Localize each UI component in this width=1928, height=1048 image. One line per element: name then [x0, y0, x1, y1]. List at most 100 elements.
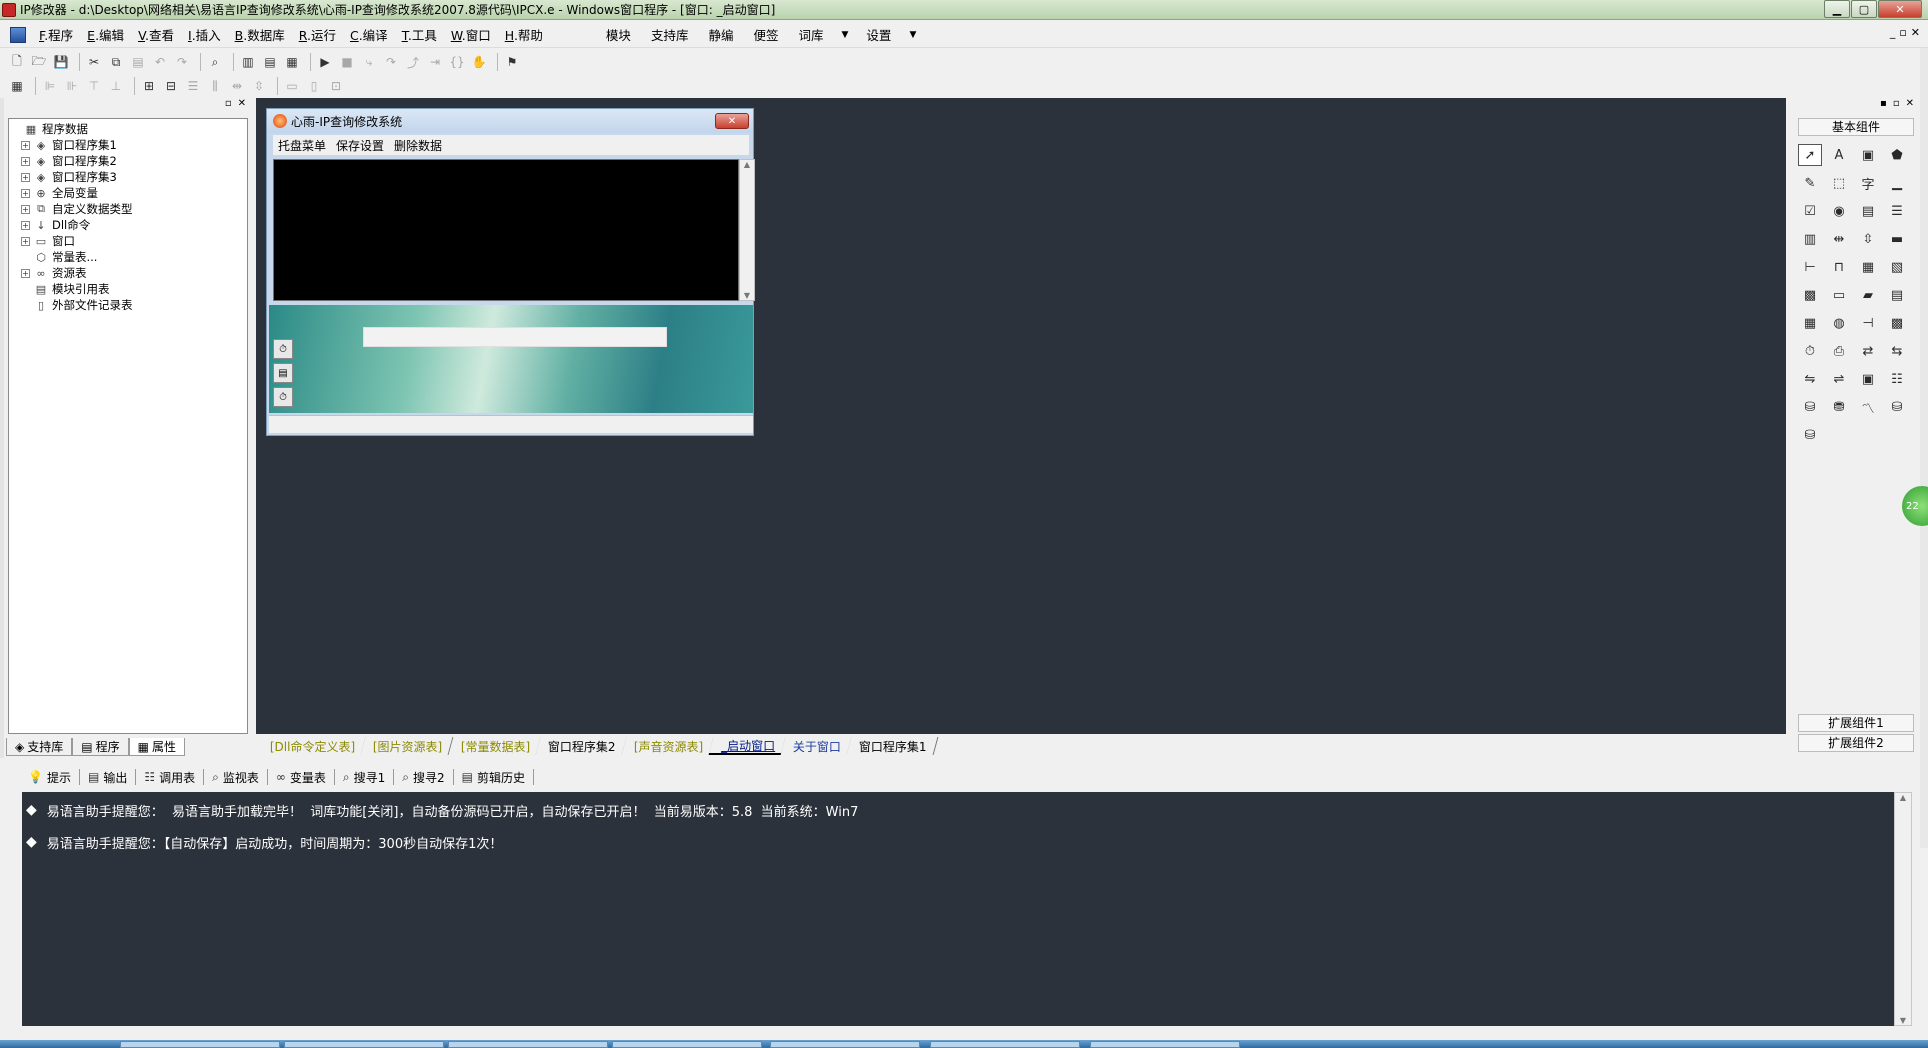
- output-scrollbar[interactable]: ▲ ▼: [1894, 792, 1912, 1026]
- list-icon[interactable]: ▤: [273, 363, 293, 383]
- basic-components-header[interactable]: 基本组件: [1798, 118, 1914, 136]
- tree-item[interactable]: + ◈ 窗口程序集2: [11, 153, 247, 169]
- helper-icon[interactable]: ⚑: [503, 53, 521, 71]
- panel-pin-icon[interactable]: ▪: [1880, 98, 1887, 112]
- new-file-icon[interactable]: 🗋: [8, 53, 26, 71]
- editor-tab[interactable]: _启动窗口: [708, 737, 787, 755]
- scroll-down-icon[interactable]: ▼: [744, 291, 750, 300]
- run-icon[interactable]: ▶: [316, 53, 334, 71]
- menu-item-4[interactable]: B.数据库: [228, 25, 292, 44]
- db-provider-icon[interactable]: ⛃: [1827, 396, 1851, 418]
- step-over-icon[interactable]: ↷: [382, 53, 400, 71]
- hscroll-icon[interactable]: ⇹: [1827, 228, 1851, 250]
- calendar-icon[interactable]: ▧: [1885, 256, 1909, 278]
- menu-extra-4[interactable]: 词库: [788, 25, 833, 44]
- cut-icon[interactable]: ✂: [85, 53, 103, 71]
- grid-icon[interactable]: ▩: [1798, 284, 1822, 306]
- server-icon[interactable]: ⇆: [1885, 340, 1909, 362]
- form-menu-tray[interactable]: 托盘菜单: [273, 137, 331, 154]
- combobox-icon[interactable]: ▤: [1856, 200, 1880, 222]
- tree-item[interactable]: ▦ 程序数据: [11, 121, 247, 137]
- output-tab[interactable]: ▤ 输出: [80, 769, 137, 785]
- run-to-cursor-icon[interactable]: ⇥: [426, 53, 444, 71]
- progress-icon[interactable]: ▬: [1885, 228, 1909, 250]
- data-grid-icon[interactable]: ▩: [1885, 312, 1909, 334]
- tree-item[interactable]: + ▭ 窗口: [11, 233, 247, 249]
- window-frame-icon[interactable]: ▣: [1856, 368, 1880, 390]
- app-menu-icon[interactable]: [10, 26, 26, 43]
- form-menu-save[interactable]: 保存设置: [331, 137, 389, 154]
- tree-item[interactable]: + ◈ 窗口程序集1: [11, 137, 247, 153]
- breakpoint-icon[interactable]: {}: [448, 53, 466, 71]
- panel-close-icon[interactable]: ✕: [238, 98, 246, 112]
- same-width-icon[interactable]: ⇹: [228, 77, 246, 95]
- menu-extra-2[interactable]: 静编: [698, 25, 743, 44]
- menu-extra-0[interactable]: 模块: [596, 25, 641, 44]
- form-edit-box[interactable]: [273, 159, 739, 301]
- expand-icon[interactable]: +: [21, 172, 30, 182]
- expand-icon[interactable]: +: [21, 204, 30, 214]
- drawing-board-icon[interactable]: ✎: [1798, 172, 1822, 194]
- tree-item[interactable]: + ⧉ 自定义数据类型: [11, 201, 247, 217]
- menu-item-8[interactable]: W.窗口: [444, 25, 498, 44]
- redo-icon[interactable]: ↷: [173, 53, 191, 71]
- editor-tab[interactable]: 窗口程序集2: [535, 737, 628, 755]
- timer-icon[interactable]: ⏱: [273, 339, 293, 359]
- port-icon[interactable]: ⇌: [1827, 368, 1851, 390]
- editor-tab[interactable]: 窗口程序集1: [846, 737, 939, 755]
- center-v-icon[interactable]: ⊟: [162, 77, 180, 95]
- editor-tab[interactable]: [常量数据表]: [448, 737, 542, 755]
- listbox-icon[interactable]: ☰: [1885, 200, 1909, 222]
- output-tab[interactable]: ☷ 调用表: [136, 769, 205, 785]
- mdi-close-button[interactable]: ✕: [1911, 26, 1920, 39]
- mdi-minimize-button[interactable]: _: [1890, 26, 1896, 39]
- globe-icon[interactable]: ◍: [1827, 312, 1851, 334]
- menu-item-5[interactable]: R.运行: [292, 25, 343, 44]
- animation-icon[interactable]: ▦: [1856, 256, 1880, 278]
- size-both-icon[interactable]: ⊡: [327, 77, 345, 95]
- scroll-up-icon[interactable]: ▲: [744, 160, 750, 169]
- step-out-icon[interactable]: ⤴: [404, 53, 422, 71]
- find-icon[interactable]: ⌕: [206, 53, 224, 71]
- editor-tab[interactable]: 关于窗口: [780, 737, 853, 755]
- menu-item-6[interactable]: C.编译: [343, 25, 395, 44]
- align-left-icon[interactable]: ⊫: [41, 77, 59, 95]
- form-progress-bar[interactable]: [363, 327, 667, 347]
- tab-properties[interactable]: ▦ 属性: [128, 738, 185, 756]
- menu-item-1[interactable]: E.编辑: [80, 25, 131, 44]
- center-h-icon[interactable]: ⊞: [140, 77, 158, 95]
- layout3-icon[interactable]: ▦: [283, 53, 301, 71]
- label-component-icon[interactable]: A: [1827, 144, 1851, 166]
- form-window[interactable]: 心雨-IP查询修改系统 ✕ 托盘菜单 保存设置 删除数据 ▲ ▼ ⏱ ▤ ⏱: [266, 108, 755, 436]
- menu-extra-5[interactable]: 设置: [856, 25, 901, 44]
- extended-components-1[interactable]: 扩展组件1: [1798, 714, 1914, 732]
- taskbar-item[interactable]: [1090, 1041, 1240, 1048]
- menu-item-3[interactable]: I.插入: [181, 25, 228, 44]
- expand-icon[interactable]: +: [21, 156, 30, 166]
- space-v-icon[interactable]: ☰: [184, 77, 202, 95]
- panel-float-icon[interactable]: ▫: [1893, 98, 1900, 112]
- output-tab[interactable]: 💡 提示: [20, 769, 80, 785]
- stop-icon[interactable]: ■: [338, 53, 356, 71]
- network-icon[interactable]: ⇄: [1856, 340, 1880, 362]
- form-menu-delete[interactable]: 删除数据: [389, 137, 447, 154]
- splitter-icon[interactable]: ⊣: [1856, 312, 1880, 334]
- hand-icon[interactable]: ✋: [470, 53, 488, 71]
- radio-icon[interactable]: ◉: [1827, 200, 1851, 222]
- dropdown-arrow-icon[interactable]: ▼: [834, 30, 857, 40]
- shape-icon[interactable]: ⬟: [1885, 144, 1909, 166]
- tree-item[interactable]: ▤ 模块引用表: [11, 281, 247, 297]
- taskbar-item[interactable]: [612, 1041, 762, 1048]
- slider-icon[interactable]: ⊢: [1798, 256, 1822, 278]
- vscroll-icon[interactable]: ⇳: [1856, 228, 1880, 250]
- tree-item[interactable]: ⬡ 常量表...: [11, 249, 247, 265]
- grid-icon[interactable]: ▦: [8, 77, 26, 95]
- toolbar-icon[interactable]: ☷: [1885, 368, 1909, 390]
- tree-item[interactable]: + ◈ 窗口程序集3: [11, 169, 247, 185]
- image-list-icon[interactable]: ▰: [1856, 284, 1880, 306]
- output-tab[interactable]: ∞ 变量表: [268, 769, 335, 785]
- pointer-icon[interactable]: ➚: [1798, 144, 1822, 166]
- undo-icon[interactable]: ↶: [151, 53, 169, 71]
- align-right-icon[interactable]: ⊪: [63, 77, 81, 95]
- odbc-db-icon[interactable]: ⛁: [1798, 424, 1822, 446]
